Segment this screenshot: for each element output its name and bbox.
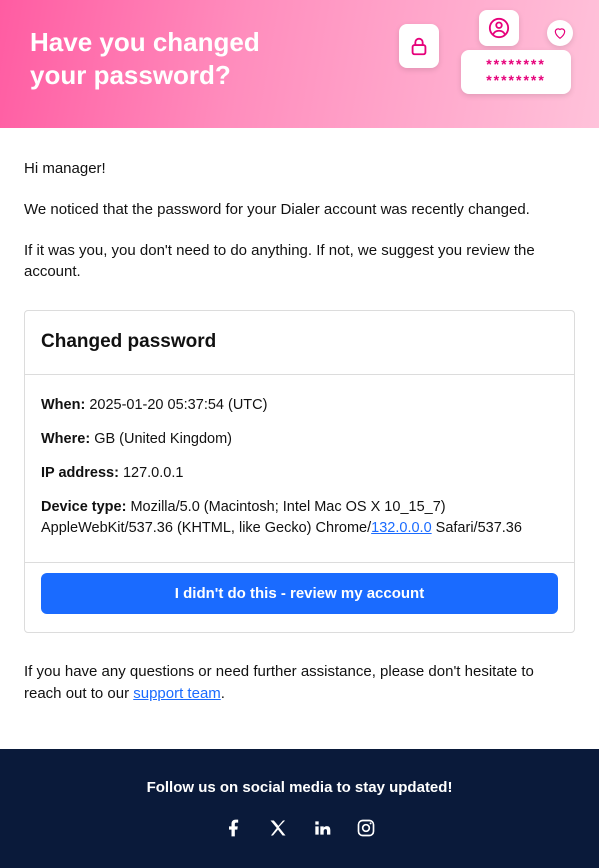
ip-label: IP address:	[41, 465, 119, 481]
user-icon	[488, 17, 510, 39]
asterisks-row-1: ********	[486, 56, 546, 72]
social-icons	[0, 818, 599, 844]
device-row: Device type: Mozilla/5.0 (Macintosh; Int…	[41, 497, 558, 538]
where-value: GB (United Kingdom)	[94, 431, 232, 447]
when-label: When:	[41, 397, 85, 413]
footer-title: Follow us on social media to stay update…	[0, 777, 599, 798]
closing-text: If you have any questions or need furthe…	[24, 661, 575, 705]
heart-icon	[553, 26, 567, 40]
ip-value: 127.0.0.1	[123, 465, 183, 481]
instagram-icon[interactable]	[356, 818, 376, 844]
linkedin-icon[interactable]	[312, 818, 332, 844]
header-title-line2: your password?	[30, 60, 231, 90]
asterisks-row-2: ********	[486, 72, 546, 88]
lock-icon	[408, 34, 430, 58]
user-card	[479, 10, 519, 46]
advice-text: If it was you, you don't need to do anyt…	[24, 240, 575, 282]
x-twitter-icon[interactable]	[268, 818, 288, 844]
password-card: ******** ********	[461, 50, 571, 94]
support-team-link[interactable]: support team	[133, 685, 221, 702]
greeting-text: Hi manager!	[24, 158, 575, 179]
facebook-icon[interactable]	[224, 818, 244, 844]
box-action: I didn't do this - review my account	[25, 562, 574, 632]
email-footer: Follow us on social media to stay update…	[0, 749, 599, 868]
changed-password-box: Changed password When: 2025-01-20 05:37:…	[24, 310, 575, 633]
when-value: 2025-01-20 05:37:54 (UTC)	[89, 397, 267, 413]
box-title: Changed password	[25, 311, 574, 375]
box-body: When: 2025-01-20 05:37:54 (UTC) Where: G…	[25, 375, 574, 562]
email-body: Hi manager! We noticed that the password…	[0, 128, 599, 749]
closing-prefix: If you have any questions or need furthe…	[24, 663, 534, 702]
review-account-button[interactable]: I didn't do this - review my account	[41, 573, 558, 614]
header-illustration: ******** ********	[399, 10, 579, 110]
header-title-line1: Have you changed	[30, 27, 260, 57]
device-suffix: Safari/537.36	[432, 520, 522, 536]
email-header: Have you changed your password? ********…	[0, 0, 599, 128]
when-row: When: 2025-01-20 05:37:54 (UTC)	[41, 395, 558, 415]
where-label: Where:	[41, 431, 90, 447]
heart-card	[547, 20, 573, 46]
closing-suffix: .	[221, 685, 225, 702]
chrome-version-link[interactable]: 132.0.0.0	[371, 520, 431, 536]
header-title: Have you changed your password?	[30, 26, 310, 91]
device-label: Device type:	[41, 499, 126, 515]
intro-text: We noticed that the password for your Di…	[24, 199, 575, 220]
lock-card	[399, 24, 439, 68]
where-row: Where: GB (United Kingdom)	[41, 429, 558, 449]
ip-row: IP address: 127.0.0.1	[41, 463, 558, 483]
